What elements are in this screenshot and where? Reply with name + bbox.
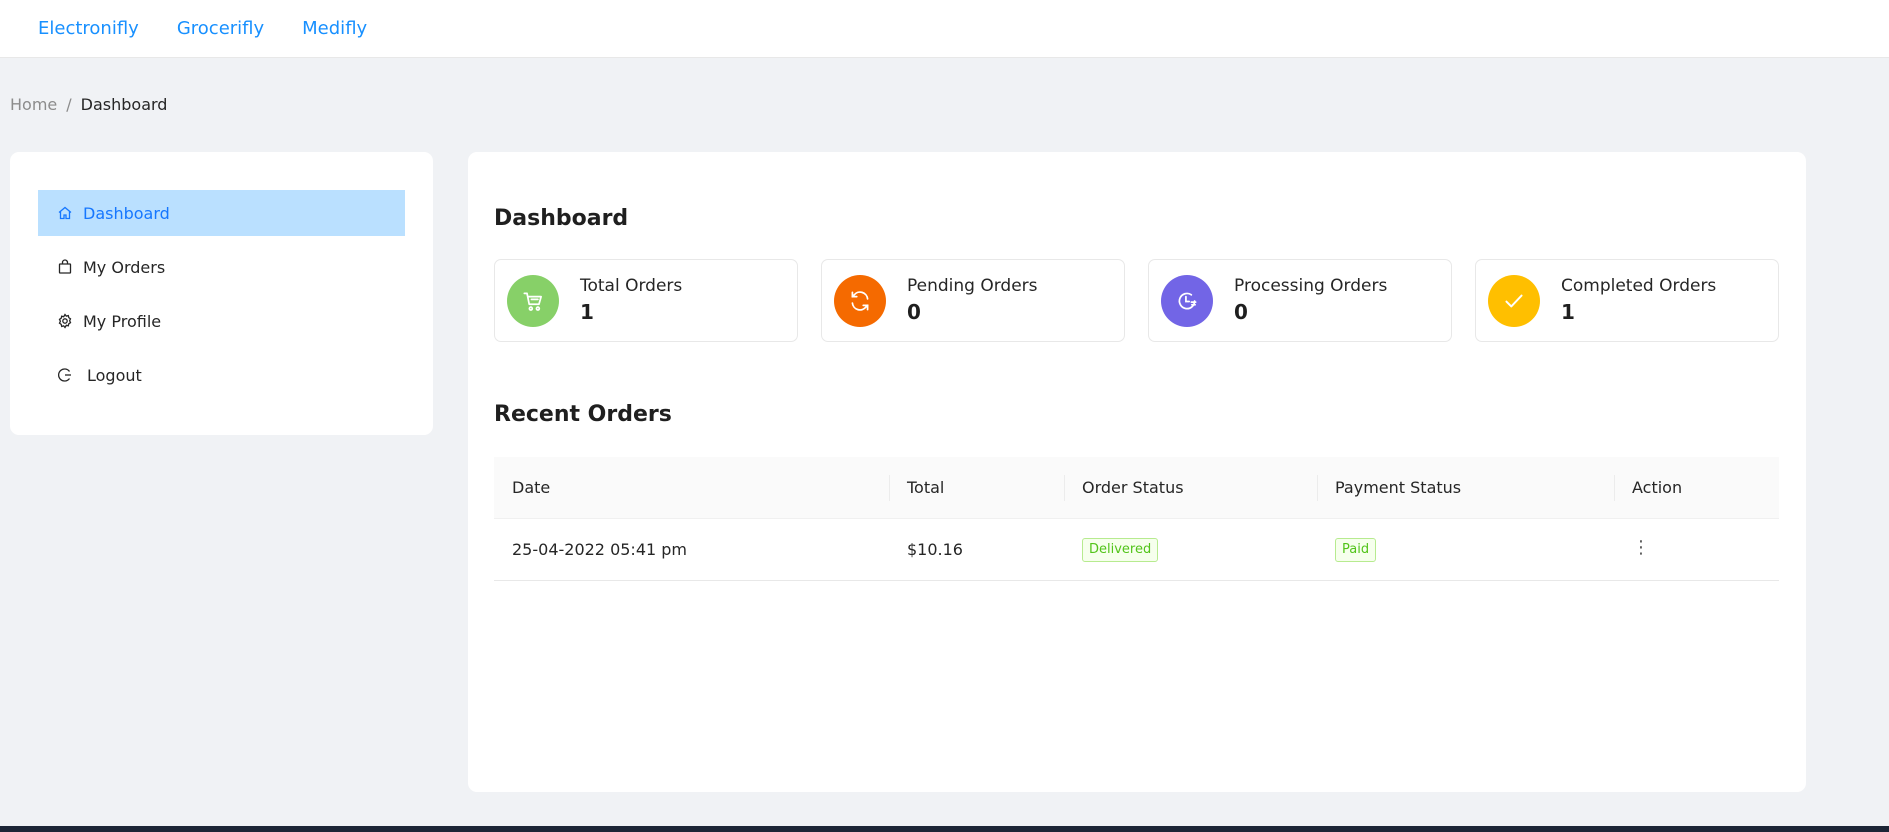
payment-status-cell: Paid bbox=[1317, 519, 1614, 580]
column-header-total: Total bbox=[889, 457, 1064, 518]
gear-icon bbox=[56, 312, 74, 330]
column-header-order-status: Order Status bbox=[1064, 457, 1317, 518]
page-title: Dashboard bbox=[494, 206, 629, 231]
stat-label: Processing Orders bbox=[1234, 275, 1388, 296]
sidebar-item-my-orders[interactable]: My Orders bbox=[38, 244, 405, 290]
table-row: 25-04-2022 05:41 pm $10.16 Delivered Pai… bbox=[494, 519, 1779, 581]
action-cell: ⋮ bbox=[1614, 519, 1779, 580]
column-header-payment-status: Payment Status bbox=[1317, 457, 1614, 518]
stat-value: 0 bbox=[1234, 299, 1248, 324]
order-date: 25-04-2022 05:41 pm bbox=[512, 540, 688, 559]
stat-card-completed-orders: Completed Orders 1 bbox=[1475, 259, 1779, 342]
sidebar: Dashboard My Orders My Profile Logout bbox=[10, 152, 433, 435]
order-total: $10.16 bbox=[907, 540, 963, 559]
main-content: Dashboard Total Orders 1 Pending Orders … bbox=[468, 152, 1806, 792]
payment-status-badge: Paid bbox=[1335, 537, 1377, 562]
breadcrumb-current: Dashboard bbox=[80, 95, 168, 114]
sidebar-item-logout[interactable]: Logout bbox=[38, 352, 405, 398]
recent-orders-title: Recent Orders bbox=[494, 402, 672, 427]
sidebar-item-label: My Orders bbox=[83, 257, 166, 277]
recent-orders-table: Date Total Order Status Payment Status A… bbox=[494, 457, 1779, 581]
order-status-badge: Delivered bbox=[1082, 537, 1159, 562]
stat-value: 0 bbox=[907, 299, 921, 324]
footer-bar bbox=[0, 826, 1889, 832]
order-status-cell: Delivered bbox=[1064, 519, 1317, 580]
column-header-date: Date bbox=[512, 478, 551, 497]
sidebar-item-dashboard[interactable]: Dashboard bbox=[38, 190, 405, 236]
cart-icon bbox=[507, 274, 559, 327]
stat-label: Completed Orders bbox=[1561, 275, 1717, 296]
home-icon bbox=[56, 204, 74, 222]
sync-icon bbox=[834, 274, 886, 327]
column-header-action: Action bbox=[1614, 457, 1779, 518]
clock-icon bbox=[1161, 274, 1213, 327]
stat-card-processing-orders: Processing Orders 0 bbox=[1148, 259, 1452, 342]
sidebar-item-label: My Profile bbox=[83, 311, 162, 331]
check-icon bbox=[1488, 274, 1540, 327]
breadcrumb-home[interactable]: Home bbox=[10, 95, 57, 114]
stat-label: Total Orders bbox=[580, 275, 683, 296]
nav-link-electronifly[interactable]: Electronifly bbox=[38, 18, 139, 39]
breadcrumb-separator: / bbox=[66, 95, 72, 114]
nav-link-grocerifly[interactable]: Grocerifly bbox=[177, 18, 264, 39]
nav-link-medifly[interactable]: Medifly bbox=[302, 18, 367, 39]
stat-card-pending-orders: Pending Orders 0 bbox=[821, 259, 1125, 342]
logout-icon bbox=[56, 366, 74, 384]
top-navbar: Electronifly Grocerifly Medifly bbox=[0, 0, 1889, 58]
stat-value: 1 bbox=[580, 299, 594, 324]
table-header: Date Total Order Status Payment Status A… bbox=[494, 457, 1779, 519]
more-actions-icon[interactable]: ⋮ bbox=[1632, 538, 1650, 557]
stat-label: Pending Orders bbox=[907, 275, 1038, 296]
sidebar-item-label: Dashboard bbox=[83, 203, 170, 223]
shopping-bag-icon bbox=[56, 258, 74, 276]
stat-card-total-orders: Total Orders 1 bbox=[494, 259, 798, 342]
stat-value: 1 bbox=[1561, 299, 1575, 324]
stats-cards: Total Orders 1 Pending Orders 0 Processi… bbox=[494, 259, 1779, 342]
sidebar-item-my-profile[interactable]: My Profile bbox=[38, 298, 405, 344]
breadcrumb: Home / Dashboard bbox=[10, 95, 167, 114]
sidebar-item-label: Logout bbox=[87, 365, 142, 385]
